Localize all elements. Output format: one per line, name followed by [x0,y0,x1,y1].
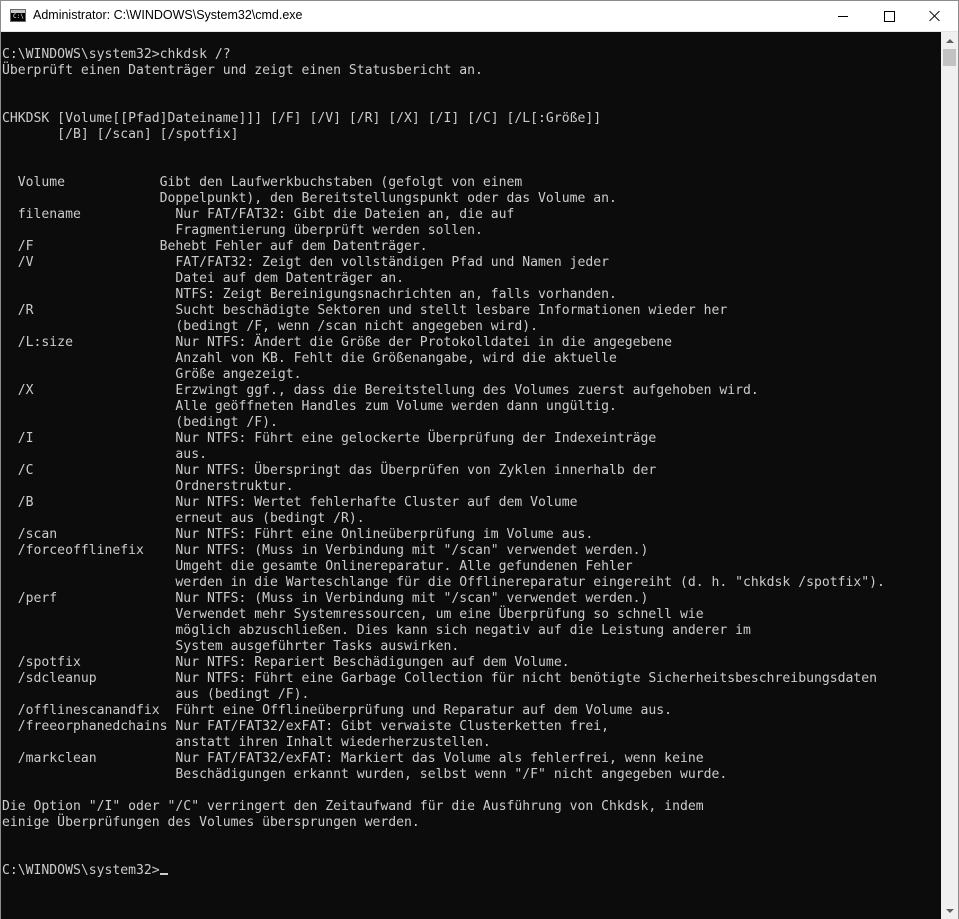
close-button[interactable] [912,1,958,31]
console-line: aus. [2,447,207,462]
console-line: /offlinescanandfix Führt eine Offlineübe… [2,703,673,718]
console-line: Volume Gibt den Laufwerkbuchstaben (gefo… [2,175,523,190]
console-line: /X Erzwingt ggf., dass die Bereitstellun… [2,383,759,398]
scroll-down-button[interactable] [941,902,958,919]
console-line: /scan Nur NTFS: Führt eine Onlineüberprü… [2,527,594,542]
console-line: aus (bedingt /F). [2,687,310,702]
console-line: Beschädigungen erkannt wurden, selbst we… [2,767,728,782]
console-line: (bedingt /F, wenn /scan nicht angegeben … [2,319,539,334]
console-line: [/B] [/scan] [/spotfix] [2,127,239,142]
console-line: Die Option "/I" oder "/C" verringert den… [2,799,704,814]
maximize-button[interactable] [866,1,912,31]
minimize-icon [838,15,848,17]
app-icon-prompt: C:\ [13,13,24,20]
console-line: System ausgeführter Tasks auswirken. [2,639,460,654]
scroll-up-button[interactable] [941,32,958,49]
console-line: filename Nur FAT/FAT32: Gibt die Dateien… [2,207,515,222]
title-bar[interactable]: C:\ Administrator: C:\WINDOWS\System32\c… [1,1,958,32]
scroll-down-arrow-icon [945,908,954,913]
console-output[interactable]: C:\WINDOWS\system32>chkdsk /? Überprüft e… [1,32,941,919]
console-line: /spotfix Nur NTFS: Repariert Beschädigun… [2,655,570,670]
scroll-up-arrow-icon [945,38,954,43]
console-line: /L:size Nur NTFS: Ändert die Größe der P… [2,335,673,350]
console-line: Ordnerstruktur. [2,479,294,494]
console-line: möglich abzuschließen. Dies kann sich ne… [2,623,751,638]
console-line: C:\WINDOWS\system32>chkdsk /? [2,47,231,62]
text-cursor [159,873,168,875]
console-line: anstatt ihren Inhalt wiederherzustellen. [2,735,491,750]
console-line: /C Nur NTFS: Überspringt das Überprüfen … [2,463,657,478]
console-line: werden in die Warteschlange für die Offl… [2,575,885,590]
console-line: CHKDSK [Volume[[Pfad]Dateiname]]] [/F] [… [2,111,602,126]
cmd-app-icon[interactable]: C:\ [10,9,26,22]
console-line: /R Sucht beschädigte Sektoren und stellt… [2,303,728,318]
cmd-window: C:\ Administrator: C:\WINDOWS\System32\c… [0,0,959,919]
console-line: /perf Nur NTFS: (Muss in Verbindung mit … [2,591,649,606]
console-line: /F Behebt Fehler auf dem Datenträger. [2,239,428,254]
maximize-icon [883,10,895,22]
console-line: erneut aus (bedingt /R). [2,511,365,526]
console-line: Doppelpunkt), den Bereitstellungspunkt o… [2,191,617,206]
console-line: Alle geöffneten Handles zum Volume werde… [2,399,617,414]
window-title: Administrator: C:\WINDOWS\System32\cmd.e… [33,8,303,22]
console-line: Anzahl von KB. Fehlt die Größenangabe, w… [2,351,617,366]
vertical-scrollbar[interactable] [941,32,958,919]
console-line: Überprüft einen Datenträger und zeigt ei… [2,63,483,78]
console-line: Datei auf dem Datenträger an. [2,271,405,286]
console-line: einige Überprüfungen des Volumes überspr… [2,815,420,830]
console-line: (bedingt /F). [2,415,278,430]
console-line: Fragmentierung überprüft werden sollen. [2,223,483,238]
console-line: Verwendet mehr Systemressourcen, um eine… [2,607,704,622]
console-line: NTFS: Zeigt Bereinigungsnachrichten an, … [2,287,617,302]
console-line: /markclean Nur FAT/FAT32/exFAT: Markiert… [2,751,704,766]
console-line: Umgeht die gesamte Onlinereparatur. Alle… [2,559,633,574]
scrollbar-thumb[interactable] [943,49,956,66]
console-line: Größe angezeigt. [2,367,302,382]
console-line: /I Nur NTFS: Führt eine gelockerte Überp… [2,431,657,446]
prompt-line: C:\WINDOWS\system32> [2,863,885,879]
close-icon [929,10,941,22]
console-line: /freeorphanedchains Nur FAT/FAT32/exFAT:… [2,719,609,734]
minimize-button[interactable] [820,1,866,31]
console-text: C:\WINDOWS\system32>chkdsk /? Überprüft e… [2,47,885,879]
console-line: /V FAT/FAT32: Zeigt den vollständigen Pf… [2,255,609,270]
console-line: /sdcleanup Nur NTFS: Führt eine Garbage … [2,671,878,686]
console-line: /B Nur NTFS: Wertet fehlerhafte Cluster … [2,495,578,510]
console-line: /forceofflinefix Nur NTFS: (Muss in Verb… [2,543,649,558]
command-prompt: C:\WINDOWS\system32> [2,863,160,878]
